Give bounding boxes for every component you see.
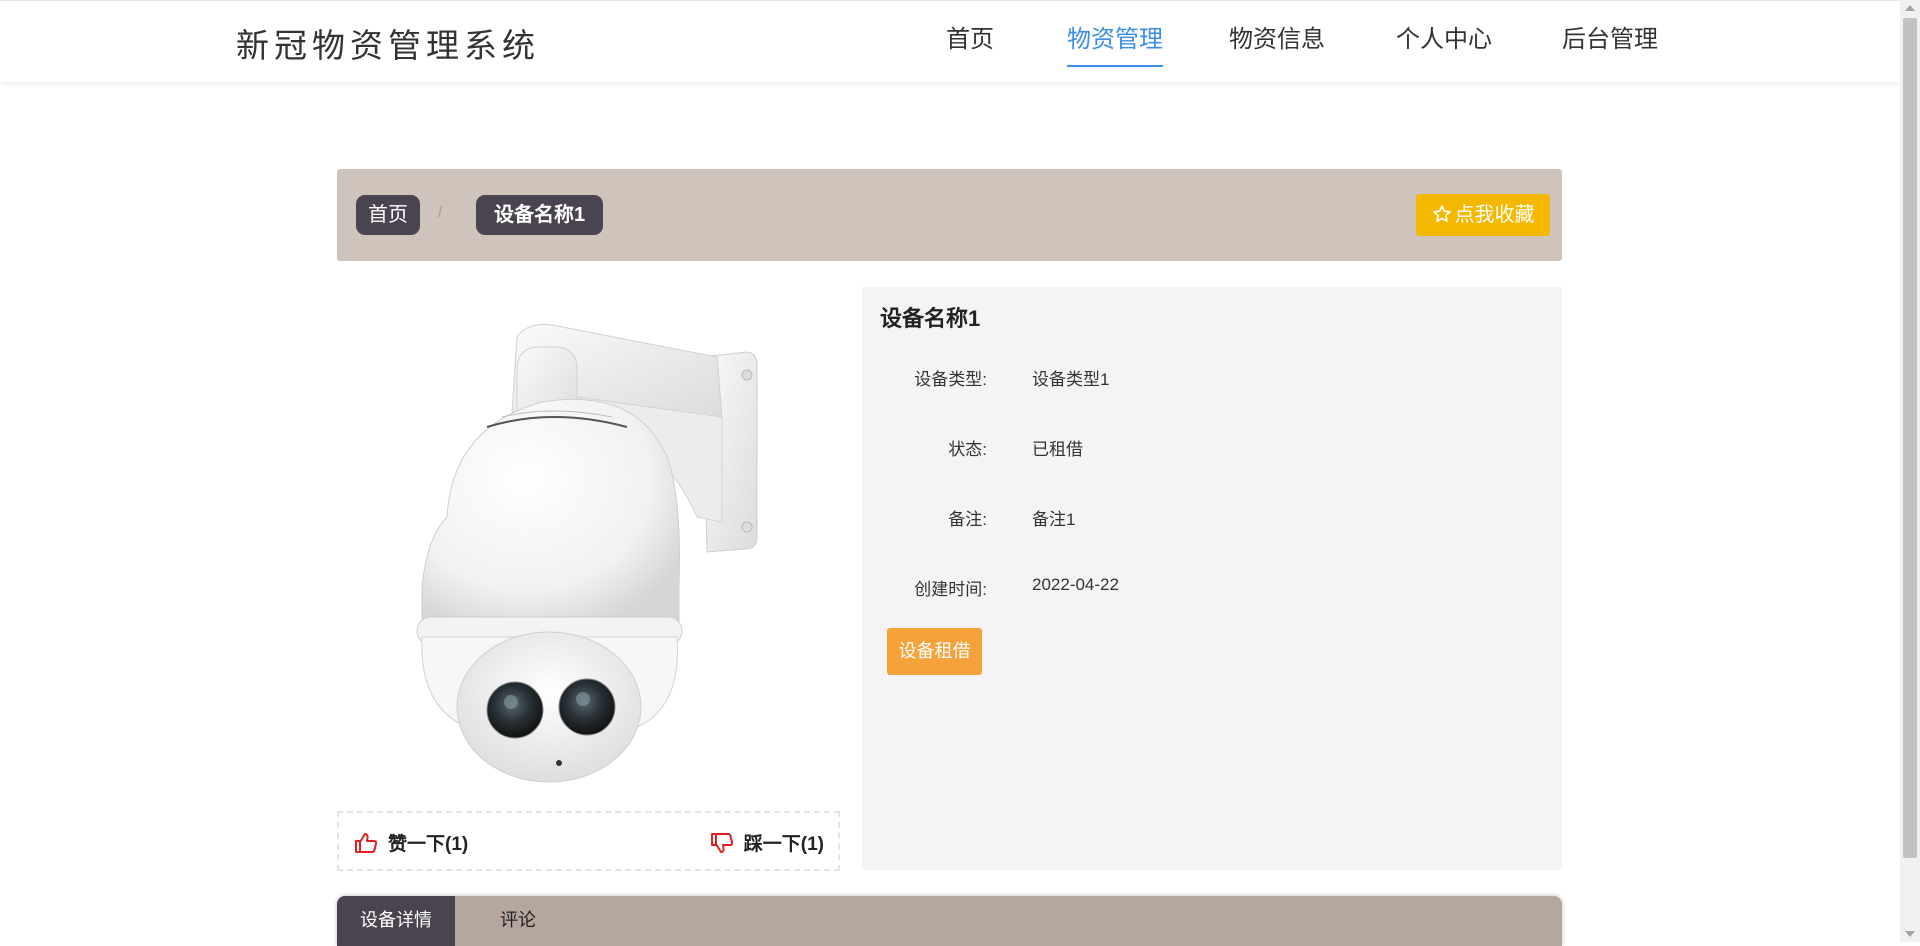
- like-label: 赞一下(1): [388, 834, 469, 855]
- nav-item-home[interactable]: 首页: [946, 23, 994, 57]
- scroll-up-arrow-icon[interactable]: [1905, 5, 1915, 11]
- field-value: 2022-04-22: [1032, 575, 1119, 594]
- breadcrumb-separator: /: [438, 204, 443, 221]
- nav-item-supplies-management[interactable]: 物资管理: [1067, 23, 1163, 67]
- favorite-button[interactable]: 点我收藏: [1416, 194, 1550, 236]
- vote-box: 赞一下(1) 踩一下(1): [337, 811, 840, 871]
- breadcrumb-home[interactable]: 首页: [356, 195, 420, 235]
- breadcrumb-current: 设备名称1: [476, 195, 604, 235]
- scroll-down-arrow-icon[interactable]: [1905, 931, 1915, 937]
- field-label: 状态:: [948, 440, 987, 459]
- field-label: 创建时间:: [914, 580, 987, 599]
- field-value: 设备类型1: [1032, 370, 1110, 389]
- tab-details[interactable]: 设备详情: [337, 896, 455, 946]
- product-info-panel: 设备名称1 设备类型: 设备类型1 状态: 已租借 备注: 备注1 创建时间: …: [862, 287, 1562, 870]
- like-button[interactable]: 赞一下(1): [354, 829, 468, 856]
- detail-tabs: 设备详情 评论: [337, 896, 1562, 946]
- page-scrollbar[interactable]: [1900, 0, 1920, 942]
- thumbs-down-icon: [710, 833, 733, 853]
- nav-item-supplies-info[interactable]: 物资信息: [1229, 23, 1325, 57]
- product-image: [337, 287, 837, 797]
- dislike-label: 踩一下(1): [743, 834, 824, 855]
- nav-item-personal-center[interactable]: 个人中心: [1396, 23, 1492, 57]
- thumbs-up-icon: [355, 833, 378, 853]
- top-navbar: 新冠物资管理系统 首页 物资管理 物资信息 个人中心 后台管理: [0, 0, 1900, 82]
- field-value: 已租借: [1032, 440, 1083, 459]
- tab-comments[interactable]: 评论: [500, 896, 536, 946]
- scroll-thumb[interactable]: [1903, 18, 1917, 858]
- star-outline-icon: [1432, 205, 1451, 222]
- dislike-button[interactable]: 踩一下(1): [710, 829, 824, 856]
- breadcrumb: 首页 / 设备名称1 点我收藏: [337, 169, 1562, 261]
- field-value: 备注1: [1032, 510, 1076, 529]
- product-title: 设备名称1: [880, 306, 981, 331]
- field-label: 备注:: [948, 510, 987, 529]
- rent-button[interactable]: 设备租借: [887, 628, 982, 675]
- nav-item-admin[interactable]: 后台管理: [1562, 23, 1658, 57]
- favorite-button-label: 点我收藏: [1454, 204, 1535, 226]
- site-brand[interactable]: 新冠物资管理系统: [236, 19, 540, 67]
- field-label: 设备类型:: [914, 370, 987, 389]
